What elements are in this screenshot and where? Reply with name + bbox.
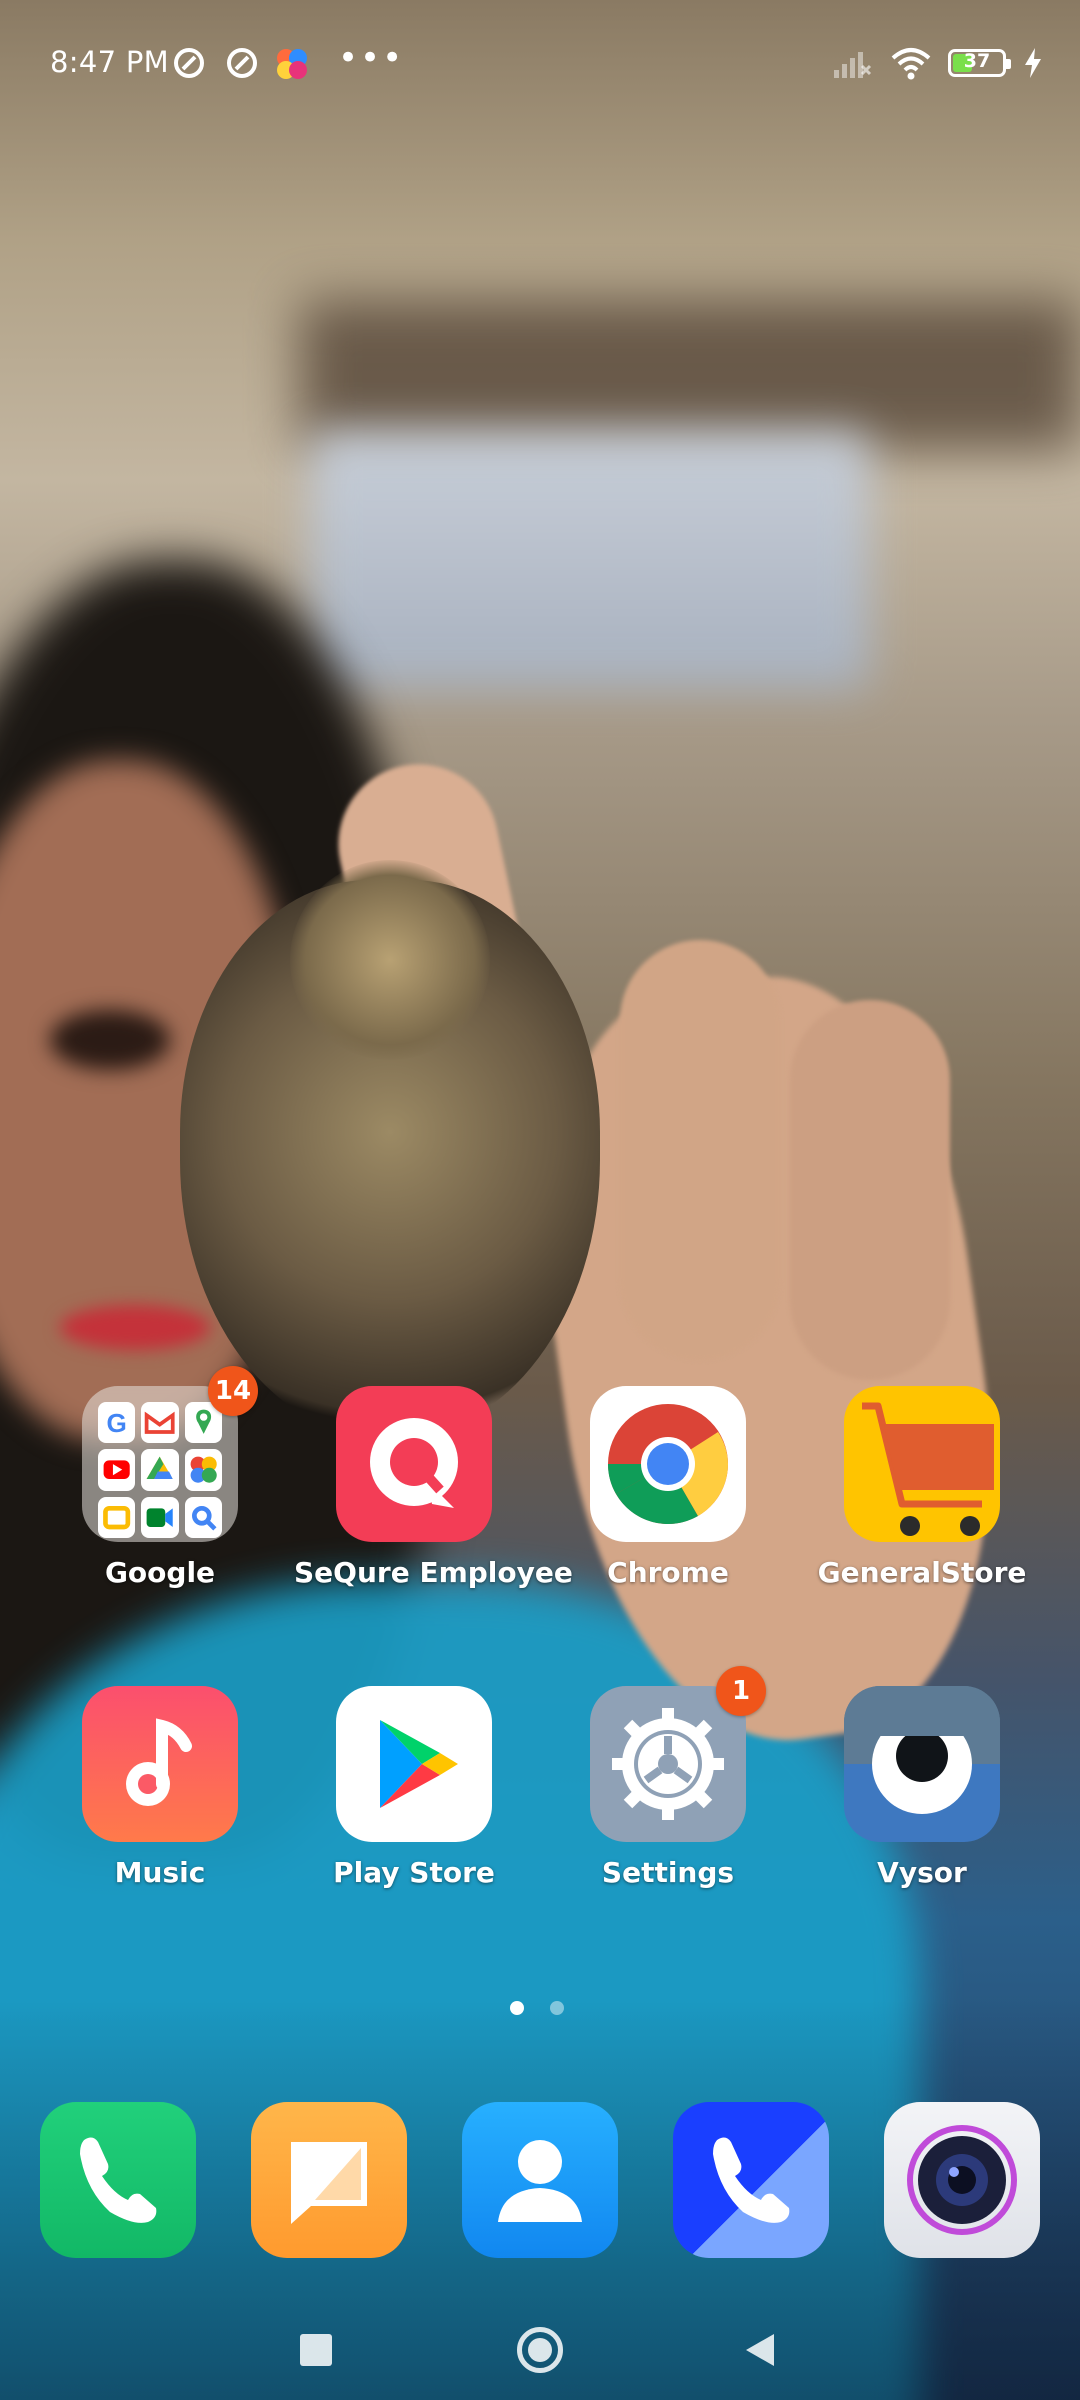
app-label: Settings [601,1856,735,1889]
app-google-folder[interactable]: G 14 Google [40,1366,280,1589]
dock-messages[interactable] [251,2102,407,2258]
charging-icon [1025,48,1041,78]
recents-button[interactable] [300,2334,332,2366]
app-play-store[interactable]: Play Store [294,1686,534,1889]
play-store-icon [336,1686,492,1842]
notification-badge: 1 [716,1666,766,1716]
vysor-eye-icon [844,1686,1000,1842]
app-sequre-employee[interactable]: SeQure Employee [294,1386,573,1589]
app-label: SeQure Employee [294,1556,573,1589]
dock-contacts[interactable] [462,2102,618,2258]
notification-badge: 14 [208,1366,258,1416]
app-label: Google [104,1556,216,1589]
app-music[interactable]: Music [40,1686,280,1889]
app-label: Play Store [333,1856,495,1889]
page-dot [550,2001,564,2015]
app-generalstore[interactable]: GeneralStore [802,1386,1042,1589]
app-label: GeneralStore [817,1556,1027,1589]
home-button[interactable] [517,2327,563,2373]
more-notifications: ••• [338,38,405,78]
battery-level: 37 [963,50,991,72]
camera-icon [907,2125,1017,2235]
clock: 8:47 PM [50,45,169,79]
sync-notification-icon [174,48,204,78]
page-dot-active [510,2001,524,2015]
cart-icon [844,1386,1000,1542]
app-vysor[interactable]: Vysor [802,1686,1042,1889]
contacts-icon [498,2140,582,2222]
app-chrome[interactable]: Chrome [548,1386,788,1589]
signal-icon [834,52,872,78]
status-bar: 8:47 PM ••• 37 [0,0,1080,130]
folder-icon: G 14 [82,1366,258,1542]
app-notification-icon [277,49,307,79]
gear-icon: 1 [590,1666,766,1842]
dock-camera[interactable] [884,2102,1040,2258]
phone-icon [713,2137,790,2223]
phone-icon [80,2137,157,2223]
chrome-icon [590,1386,746,1542]
wifi-icon [891,48,931,80]
app-settings[interactable]: 1 Settings [548,1666,788,1889]
dock-caller[interactable] [673,2102,829,2258]
dock-phone[interactable] [40,2102,196,2258]
app-label: Music [114,1856,206,1889]
navigation-bar [0,2310,1080,2400]
app-label: Vysor [877,1856,967,1889]
message-icon [291,2142,367,2224]
music-note-icon [82,1686,238,1842]
app-label: Chrome [607,1556,729,1589]
sequre-icon [336,1386,492,1542]
back-button[interactable] [742,2332,776,2368]
sync-notification-icon-2 [227,48,257,78]
battery-indicator: 37 [948,49,1011,77]
wallpaper [0,0,1080,2400]
svg-text:G: G [107,1408,127,1438]
